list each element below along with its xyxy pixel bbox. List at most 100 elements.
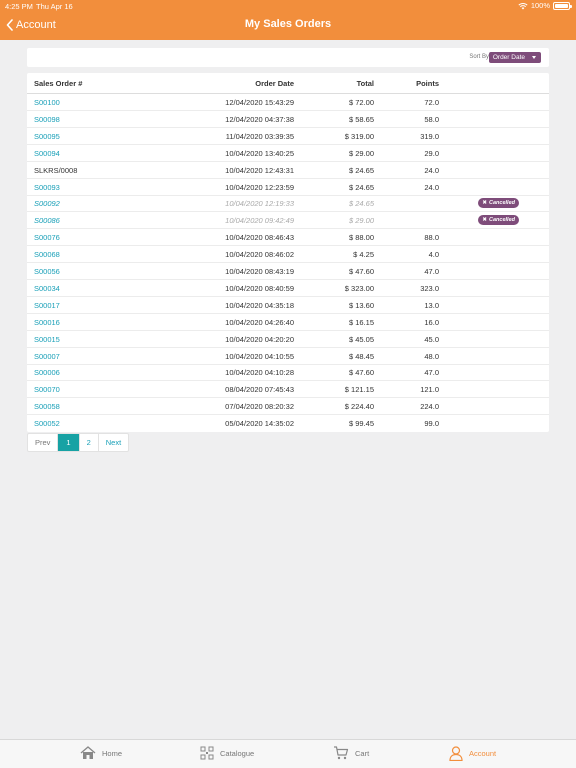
order-date: 10/04/2020 08:46:02: [225, 250, 294, 260]
table-row[interactable]: S00086 10/04/2020 09:42:49 $ 29.00 ✖ Cancell…: [27, 212, 549, 230]
order-number[interactable]: S00070: [34, 385, 60, 394]
sort-select[interactable]: Order Date: [488, 52, 541, 63]
order-number[interactable]: S00068: [34, 250, 60, 259]
battery-percent: 100%: [530, 1, 550, 10]
order-points: 99.0: [424, 419, 439, 429]
order-total: $ 99.45: [348, 419, 374, 429]
table-row[interactable]: S00070 08/04/2020 07:45:43 $ 121.15 121.0: [27, 381, 549, 399]
order-points: 47.0: [424, 267, 439, 276]
order-number[interactable]: S00092: [34, 199, 60, 208]
order-number[interactable]: S00095: [34, 132, 60, 141]
table-row[interactable]: S00007 10/04/2020 04:10:55 $ 48.45 48.0: [27, 348, 549, 365]
table-row[interactable]: S00056 10/04/2020 08:43:19 $ 47.60 47.0: [27, 263, 549, 280]
close-icon: ✖: [482, 200, 488, 207]
order-date: 10/04/2020 04:10:55: [225, 351, 294, 361]
page-1-button[interactable]: 1: [58, 434, 80, 451]
order-number[interactable]: S00006: [34, 368, 60, 377]
order-points: 88.0: [424, 233, 439, 243]
tab-catalogue[interactable]: Catalogue: [200, 746, 254, 760]
tab-account[interactable]: Account: [449, 746, 496, 761]
order-date: 10/04/2020 12:19:33: [225, 199, 294, 209]
order-points: 224.0: [420, 402, 439, 412]
order-points: 24.0: [424, 182, 439, 192]
table-row[interactable]: S00094 10/04/2020 13:40:25 $ 29.00 29.0: [27, 145, 549, 162]
pagination: Prev 1 2 Next: [27, 433, 130, 452]
table-row[interactable]: S00095 11/04/2020 03:39:35 $ 319.00 319.0: [27, 128, 549, 145]
tab-cart[interactable]: Cart: [333, 746, 369, 760]
tab-home-label: Home: [102, 748, 123, 758]
status-badge-label: Cancelled: [489, 217, 515, 224]
order-date: 11/04/2020 03:39:35: [225, 131, 294, 141]
order-date: 08/04/2020 07:45:43: [225, 385, 294, 395]
order-number[interactable]: S00098: [34, 115, 60, 124]
table-row[interactable]: S00016 10/04/2020 04:26:40 $ 16.15 16.0: [27, 314, 549, 331]
table-row[interactable]: S00100 12/04/2020 15:43:29 $ 72.00 72.0: [27, 94, 549, 111]
order-total: $ 58.65: [348, 114, 374, 124]
order-points: 16.0: [424, 317, 439, 327]
home-icon: [80, 746, 96, 759]
order-points: 45.0: [424, 334, 439, 344]
tab-account-label: Account: [469, 749, 497, 758]
header-points: Points: [416, 79, 439, 88]
table-row[interactable]: S00034 10/04/2020 08:40:59 $ 323.00 323.0: [27, 280, 549, 297]
order-number[interactable]: S00016: [34, 318, 60, 327]
order-date: 10/04/2020 13:40:25: [225, 148, 294, 158]
order-number[interactable]: S00017: [34, 301, 60, 310]
orders-table: Sales Order # Order Date Total Points S0…: [27, 73, 549, 432]
table-row[interactable]: S00052 05/04/2020 14:35:02 $ 99.45 99.0: [27, 415, 549, 432]
table-row[interactable]: S00058 07/04/2020 08:20:32 $ 224.40 224.0: [27, 398, 549, 416]
order-number[interactable]: S00056: [34, 267, 60, 276]
order-number[interactable]: S00034: [34, 284, 60, 293]
tab-home[interactable]: Home: [80, 746, 122, 760]
order-number[interactable]: S00007: [34, 352, 60, 361]
order-number[interactable]: S00058: [34, 402, 60, 411]
table-row[interactable]: S00093 10/04/2020 12:23:59 $ 24.65 24.0: [27, 179, 549, 196]
order-total: $ 29.00: [348, 216, 374, 226]
status-badge: ✖ Cancelled: [478, 215, 519, 226]
order-number[interactable]: S00076: [34, 233, 60, 242]
table-row[interactable]: S00006 10/04/2020 04:10:28 $ 47.60 47.0: [27, 364, 549, 382]
order-number[interactable]: S00094: [34, 149, 60, 158]
order-total: $ 121.15: [344, 385, 374, 395]
top-bar: 4:25 PM Thu Apr 16 100% Account My Sales…: [0, 0, 576, 40]
order-points: 13.0: [424, 300, 439, 310]
status-bar: 4:25 PM Thu Apr 16 100%: [0, 0, 576, 12]
order-date: 12/04/2020 15:43:29: [225, 98, 294, 107]
tab-cart-label: Cart: [355, 748, 370, 758]
table-row[interactable]: S00098 12/04/2020 04:37:38 $ 58.65 58.0: [27, 111, 549, 128]
page-2-button[interactable]: 2: [80, 434, 99, 451]
order-total: $ 88.00: [348, 233, 374, 243]
order-date: 10/04/2020 12:23:59: [225, 182, 294, 192]
cart-icon: [334, 746, 349, 760]
order-points: 48.0: [424, 351, 439, 361]
table-header: Sales Order # Order Date Total Points: [27, 73, 549, 94]
order-number[interactable]: S00015: [34, 335, 60, 344]
order-date: 10/04/2020 08:43:19: [225, 267, 294, 276]
order-date: 10/04/2020 04:10:28: [225, 368, 294, 378]
table-row[interactable]: S00017 10/04/2020 04:35:18 $ 13.60 13.0: [27, 297, 549, 314]
status-right: 100%: [518, 1, 572, 10]
prev-page-button[interactable]: Prev: [28, 434, 59, 451]
order-number[interactable]: S00086: [34, 216, 60, 225]
wifi-icon: [518, 2, 528, 9]
sort-label: Sort By: [469, 54, 489, 60]
order-date: 07/04/2020 08:20:32: [225, 402, 294, 412]
order-total: $ 16.15: [348, 317, 374, 327]
order-points: 47.0: [424, 368, 439, 378]
table-row[interactable]: S00015 10/04/2020 04:20:20 $ 45.05 45.0: [27, 331, 549, 348]
table-row[interactable]: S00092 10/04/2020 12:19:33 $ 24.65 ✖ Cancell…: [27, 195, 549, 213]
table-row[interactable]: SLKRS/0008 10/04/2020 12:43:31 $ 24.65 24.0: [27, 162, 549, 179]
order-date: 12/04/2020 04:37:38: [225, 114, 294, 124]
next-page-button[interactable]: Next: [99, 434, 128, 451]
close-icon: ✖: [482, 217, 488, 224]
table-row[interactable]: S00076 10/04/2020 08:46:43 $ 88.00 88.0: [27, 229, 549, 247]
order-date: 10/04/2020 04:20:20: [225, 334, 294, 344]
order-number[interactable]: S00052: [34, 419, 60, 428]
header-total: Total: [356, 79, 374, 88]
table-row[interactable]: S00068 10/04/2020 08:46:02 $ 4.25 4.0: [27, 246, 549, 264]
order-number[interactable]: S00100: [34, 98, 60, 107]
order-number[interactable]: S00093: [34, 183, 60, 192]
order-points: 29.0: [424, 148, 439, 158]
order-total: $ 24.65: [348, 165, 374, 175]
status-time: 4:25 PM: [5, 2, 33, 11]
